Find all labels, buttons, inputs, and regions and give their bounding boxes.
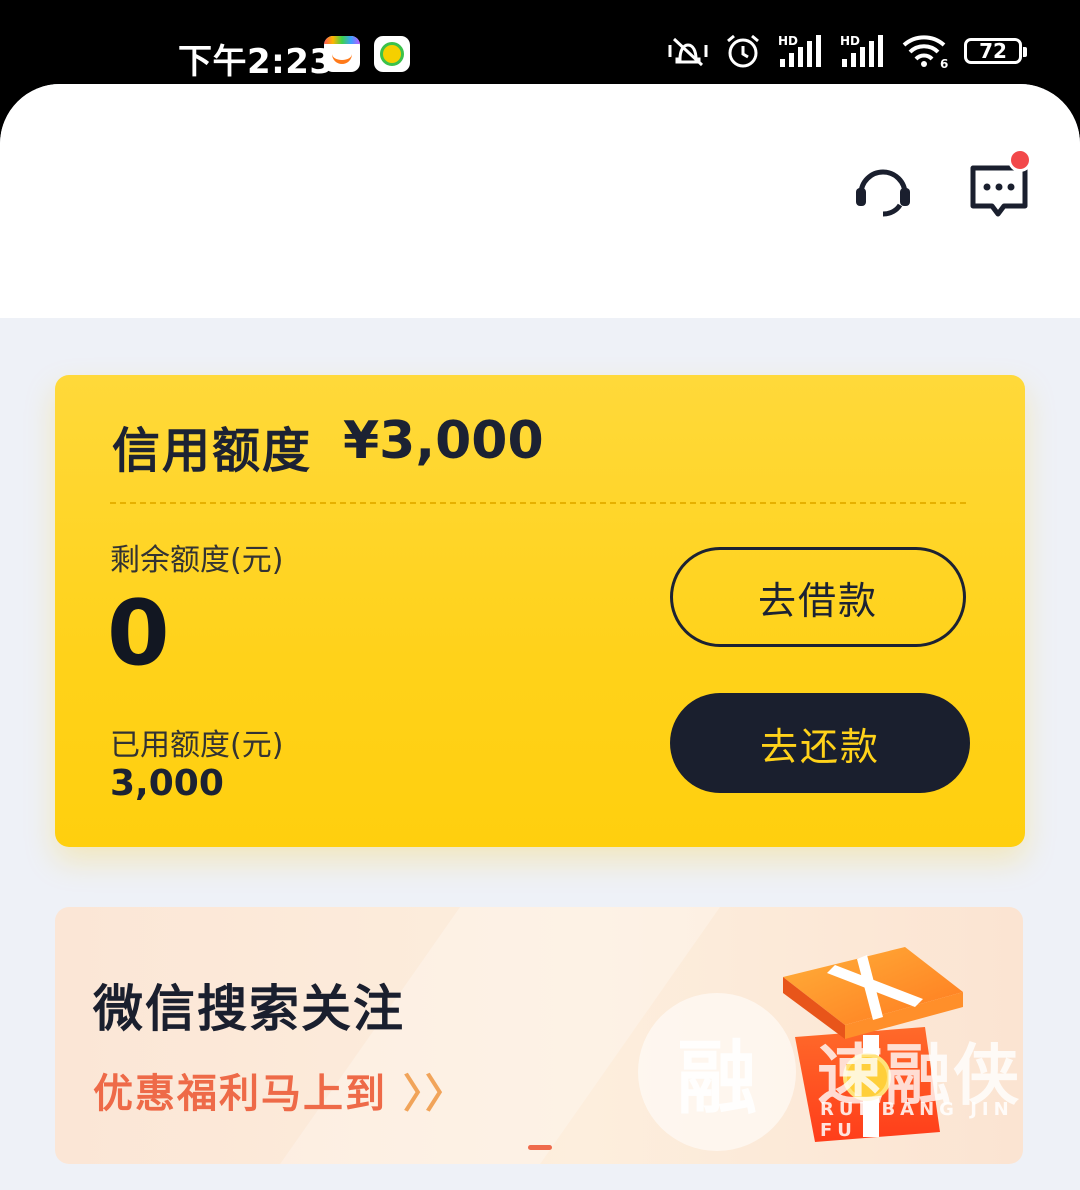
app-sheet: 信用额度 ¥3,000 剩余额度(元) 0 已用额度(元) 3,000 去借款 …	[0, 84, 1080, 1190]
headset-icon[interactable]	[852, 160, 914, 222]
carousel-indicator	[528, 1145, 552, 1150]
repay-button[interactable]: 去还款	[670, 693, 970, 793]
promo-subtitle-text: 优惠福利马上到	[93, 1071, 387, 1117]
used-label: 已用额度(元)	[110, 728, 284, 763]
signal-1-icon: HD	[776, 33, 824, 69]
watermark-logo: 融	[638, 993, 796, 1151]
battery-level: 72	[979, 39, 1007, 63]
double-chevron-icon: 〉〉	[402, 1071, 467, 1117]
wifi-label: 6	[940, 57, 948, 69]
used-value: 3,000	[110, 763, 224, 804]
promo-subtitle: 优惠福利马上到 〉〉	[93, 1061, 467, 1119]
music-app-icon	[374, 36, 410, 72]
credit-amount: ¥3,000	[343, 411, 544, 471]
shopping-app-icon	[324, 36, 360, 72]
signal-1-label: HD	[778, 34, 798, 48]
vibrate-mute-icon	[666, 33, 710, 69]
borrow-button[interactable]: 去借款	[670, 547, 966, 647]
alarm-icon	[724, 32, 762, 70]
notification-badge	[1008, 148, 1032, 172]
status-bar: 下午2:23 HD HD 6 72	[0, 0, 1080, 84]
status-time: 下午2:23	[178, 42, 334, 82]
status-icons: HD HD 6 72	[666, 32, 1027, 70]
signal-2-icon: HD	[838, 33, 886, 69]
promo-banner[interactable]: 微信搜索关注 优惠福利马上到 〉〉 融 速融侠 RUI BANG JIN FU	[55, 907, 1023, 1164]
watermark-subtext: RUI BANG JIN FU	[820, 1099, 1014, 1141]
signal-2-label: HD	[840, 34, 860, 48]
divider	[110, 502, 966, 504]
remaining-label: 剩余额度(元)	[110, 543, 284, 578]
promo-title: 微信搜索关注	[93, 980, 405, 1038]
wifi-icon: 6	[900, 33, 950, 69]
top-bar	[0, 84, 1080, 318]
credit-title: 信用额度	[112, 423, 313, 479]
battery-indicator: 72	[964, 38, 1027, 64]
remaining-value: 0	[107, 581, 170, 686]
credit-card: 信用额度 ¥3,000 剩余额度(元) 0 已用额度(元) 3,000 去借款 …	[55, 375, 1025, 847]
